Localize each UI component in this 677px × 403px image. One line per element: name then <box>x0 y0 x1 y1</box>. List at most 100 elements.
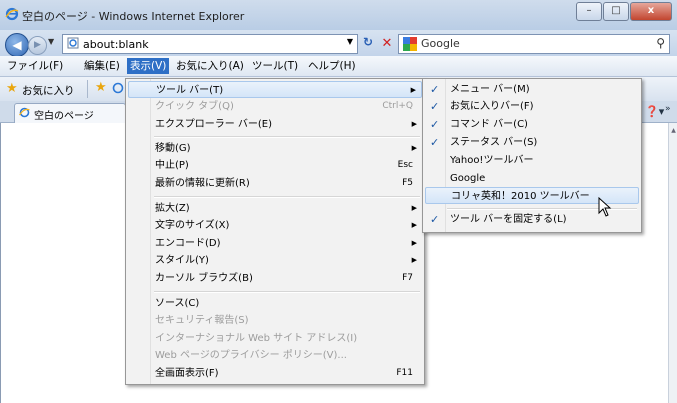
menu-item-stop[interactable]: 中止(P) Esc <box>128 157 422 174</box>
menu-item-privacy-policy: Web ページのプライバシー ポリシー(V)... <box>128 347 422 364</box>
submenu-item-menu-bar[interactable]: ✓ メニュー バー(M) <box>425 81 639 98</box>
tab-label: 空白のページ <box>34 111 94 122</box>
submenu-arrow-icon: ▶ <box>410 86 416 94</box>
menu-item-shortcut: F7 <box>402 273 413 283</box>
submenu-item-label: お気に入りバー(F) <box>450 101 534 112</box>
menu-item-label: 全画面表示(F) <box>155 368 219 379</box>
submenu-item-favorites-bar[interactable]: ✓ お気に入りバー(F) <box>425 98 639 115</box>
menu-item-zoom[interactable]: 拡大(Z) ▶ <box>128 200 422 217</box>
menu-item-toolbars[interactable]: ツール バー(T) ▶ <box>128 81 422 98</box>
menu-item-label: ソース(C) <box>155 298 200 309</box>
menu-favorites[interactable]: お気に入り(A) <box>173 58 247 74</box>
tab-blank-page[interactable]: 空白のページ <box>14 103 126 123</box>
menu-item-shortcut: Esc <box>397 160 413 170</box>
menu-separator <box>154 291 420 293</box>
submenu-item-label: ステータス バー(S) <box>450 137 538 148</box>
submenu-item-label: コマンド バー(C) <box>450 119 528 130</box>
check-icon: ✓ <box>430 136 440 149</box>
menu-item-full-screen[interactable]: 全画面表示(F) F11 <box>128 365 422 382</box>
menu-item-encoding[interactable]: エンコード(D) ▶ <box>128 235 422 252</box>
menu-item-caret-browsing[interactable]: カーソル ブラウズ(B) F7 <box>128 270 422 287</box>
menu-item-security-report: セキュリティ報告(S) <box>128 312 422 329</box>
menu-item-quick-tabs: クイック タブ(Q) Ctrl+Q <box>128 98 422 115</box>
menu-item-label: 文字のサイズ(X) <box>155 220 230 231</box>
menu-item-label: 中止(P) <box>155 160 189 171</box>
submenu-arrow-icon: ▶ <box>411 221 417 229</box>
menu-item-style[interactable]: スタイル(Y) ▶ <box>128 252 422 269</box>
refresh-icon[interactable]: ↻ <box>359 35 377 52</box>
forward-button[interactable]: ▶ <box>28 36 47 55</box>
mouse-cursor-icon <box>598 197 612 217</box>
menu-separator <box>154 136 420 138</box>
menu-help[interactable]: ヘルプ(H) <box>305 58 359 74</box>
google-logo-icon <box>403 37 417 51</box>
history-dropdown-icon[interactable]: ▼ <box>48 37 54 46</box>
stop-icon[interactable]: ✕ <box>378 35 396 52</box>
menu-item-refresh[interactable]: 最新の情報に更新(R) F5 <box>128 175 422 192</box>
address-bar[interactable]: about:blank ▼ <box>62 34 358 54</box>
menu-item-shortcut: Ctrl+Q <box>382 101 413 111</box>
window-controls: – □ x <box>575 2 672 21</box>
menu-bar: ファイル(F) 編集(E) 表示(V) お気に入り(A) ツール(T) ヘルプ(… <box>0 56 677 77</box>
menu-item-label: ツール バー(T) <box>156 85 224 96</box>
page-icon <box>67 37 79 49</box>
submenu-item-label: ツール バーを固定する(L) <box>450 214 567 225</box>
menu-item-label: カーソル ブラウズ(B) <box>155 273 253 284</box>
submenu-arrow-icon: ▶ <box>411 256 417 264</box>
favorites-divider <box>87 80 88 98</box>
menu-tools[interactable]: ツール(T) <box>249 58 301 74</box>
minimize-button[interactable]: – <box>576 2 602 21</box>
search-icon[interactable]: ⚲ <box>656 36 665 50</box>
menu-item-text-size[interactable]: 文字のサイズ(X) ▶ <box>128 217 422 234</box>
submenu-arrow-icon: ▶ <box>411 239 417 247</box>
close-button[interactable]: x <box>630 2 672 21</box>
maximize-button[interactable]: □ <box>603 2 629 21</box>
submenu-arrow-icon: ▶ <box>411 204 417 212</box>
menu-edit[interactable]: 編集(E) <box>81 58 123 74</box>
vertical-scrollbar[interactable]: ▲ <box>668 123 677 403</box>
scroll-up-icon[interactable]: ▲ <box>669 127 677 134</box>
favorites-star-icon[interactable]: ★ <box>6 81 18 96</box>
check-icon: ✓ <box>430 213 440 226</box>
menu-separator <box>154 196 420 198</box>
search-box[interactable]: Google ⚲ <box>398 34 670 54</box>
menu-item-label: スタイル(Y) <box>155 255 209 266</box>
submenu-item-yahoo-toolbar[interactable]: Yahoo!ツールバー <box>425 152 639 169</box>
window-title: 空白のページ - Windows Internet Explorer <box>22 10 245 23</box>
add-favorite-icon[interactable]: ★ <box>95 80 107 95</box>
submenu-item-label: メニュー バー(M) <box>450 84 530 95</box>
menu-item-label: エンコード(D) <box>155 238 221 249</box>
favorites-button[interactable]: お気に入り <box>22 83 75 98</box>
check-icon: ✓ <box>430 100 440 113</box>
back-button[interactable]: ◀ <box>5 33 29 57</box>
submenu-arrow-icon: ▶ <box>411 120 417 128</box>
menu-item-label: セキュリティ報告(S) <box>155 315 249 326</box>
suggested-sites-icon[interactable] <box>112 81 124 95</box>
menu-item-label: インターナショナル Web サイト アドレス(I) <box>155 333 358 344</box>
check-icon: ✓ <box>430 118 440 131</box>
ie-logo-icon <box>5 7 19 21</box>
menu-view[interactable]: 表示(V) <box>127 58 170 74</box>
menu-item-source[interactable]: ソース(C) <box>128 295 422 312</box>
address-dropdown-icon[interactable]: ▼ <box>347 37 353 46</box>
address-input[interactable]: about:blank <box>83 38 149 51</box>
check-icon: ✓ <box>430 83 440 96</box>
menu-file[interactable]: ファイル(F) <box>4 58 66 74</box>
submenu-item-command-bar[interactable]: ✓ コマンド バー(C) <box>425 116 639 133</box>
search-provider: Google <box>421 37 460 50</box>
title-bar: 空白のページ - Windows Internet Explorer – □ x <box>0 0 677 30</box>
help-icon[interactable]: ❓▾ <box>645 105 664 118</box>
submenu-item-label: Yahoo!ツールバー <box>450 155 534 166</box>
menu-item-explorer-bars[interactable]: エクスプローラー バー(E) ▶ <box>128 116 422 133</box>
menu-item-label: エクスプローラー バー(E) <box>155 119 272 130</box>
submenu-item-label: コリャ英和！2010 ツールバー <box>451 191 590 202</box>
chevron-more-icon[interactable]: » <box>665 104 671 114</box>
view-menu: ツール バー(T) ▶ クイック タブ(Q) Ctrl+Q エクスプローラー バ… <box>125 78 425 385</box>
menu-item-go-to[interactable]: 移動(G) ▶ <box>128 140 422 157</box>
menu-item-label: クイック タブ(Q) <box>155 101 234 112</box>
menu-item-label: Web ページのプライバシー ポリシー(V)... <box>155 350 347 361</box>
menu-item-international-address: インターナショナル Web サイト アドレス(I) <box>128 330 422 347</box>
menu-item-label: 最新の情報に更新(R) <box>155 178 250 189</box>
submenu-item-status-bar[interactable]: ✓ ステータス バー(S) <box>425 134 639 151</box>
submenu-item-google[interactable]: Google <box>425 170 639 187</box>
